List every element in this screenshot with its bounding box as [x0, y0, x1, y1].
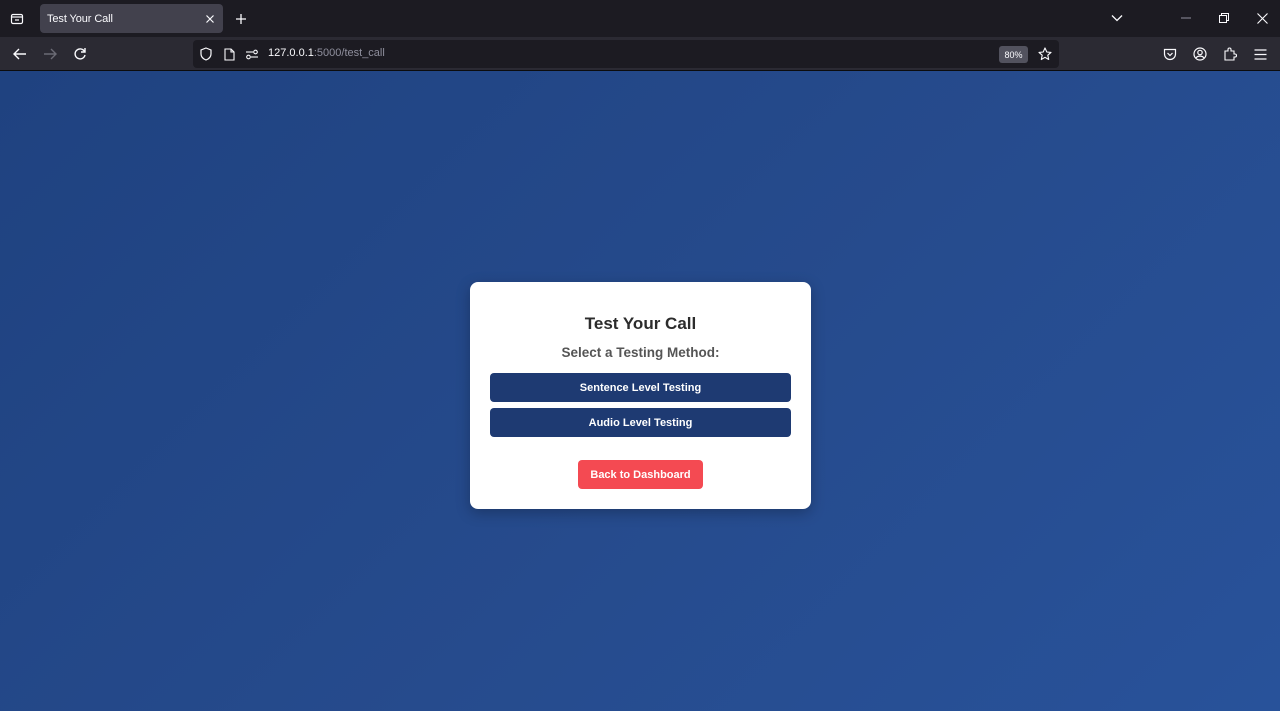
new-tab-plus-icon[interactable]: [229, 7, 253, 31]
pocket-icon[interactable]: [1157, 41, 1183, 67]
page-info-icon[interactable]: [220, 45, 238, 63]
zoom-level-badge[interactable]: 80%: [999, 46, 1028, 63]
reload-icon[interactable]: [67, 41, 93, 67]
restore-icon[interactable]: [1208, 4, 1240, 32]
close-icon[interactable]: [199, 8, 221, 30]
url-host: 127.0.0.1: [268, 47, 314, 59]
page-background: Test Your Call Select a Testing Method: …: [0, 71, 1280, 711]
forward-arrow-icon[interactable]: [37, 41, 63, 67]
back-arrow-icon[interactable]: [7, 41, 33, 67]
account-icon[interactable]: [1187, 41, 1213, 67]
tab-strip: Test Your Call: [0, 0, 1280, 37]
minimize-icon[interactable]: [1170, 4, 1202, 32]
back-to-dashboard-button[interactable]: Back to Dashboard: [578, 460, 703, 489]
window-close-icon[interactable]: [1246, 4, 1278, 32]
url-text[interactable]: 127.0.0.1:5000/test_call: [268, 47, 385, 59]
permissions-icon[interactable]: [243, 45, 261, 63]
tracking-protection-shield-icon[interactable]: [197, 45, 215, 63]
url-path: :5000/test_call: [313, 47, 385, 59]
sentence-level-testing-button[interactable]: Sentence Level Testing: [490, 373, 791, 402]
test-call-card: Test Your Call Select a Testing Method: …: [470, 282, 811, 509]
audio-level-testing-button[interactable]: Audio Level Testing: [490, 408, 791, 437]
tab-list-chevron-down-icon[interactable]: [1101, 4, 1133, 32]
address-bar[interactable]: 127.0.0.1:5000/test_call 80%: [193, 40, 1059, 68]
firefox-view-icon[interactable]: [5, 7, 29, 31]
tab-title: Test Your Call: [47, 12, 113, 25]
extensions-puzzle-icon[interactable]: [1217, 41, 1243, 67]
navigation-toolbar: 127.0.0.1:5000/test_call 80%: [0, 37, 1280, 71]
section-subtitle: Select a Testing Method:: [561, 345, 720, 360]
page-title: Test Your Call: [584, 314, 697, 333]
menu-hamburger-icon[interactable]: [1247, 41, 1273, 67]
bookmark-star-icon[interactable]: [1036, 45, 1054, 63]
browser-tab[interactable]: Test Your Call: [40, 4, 223, 33]
